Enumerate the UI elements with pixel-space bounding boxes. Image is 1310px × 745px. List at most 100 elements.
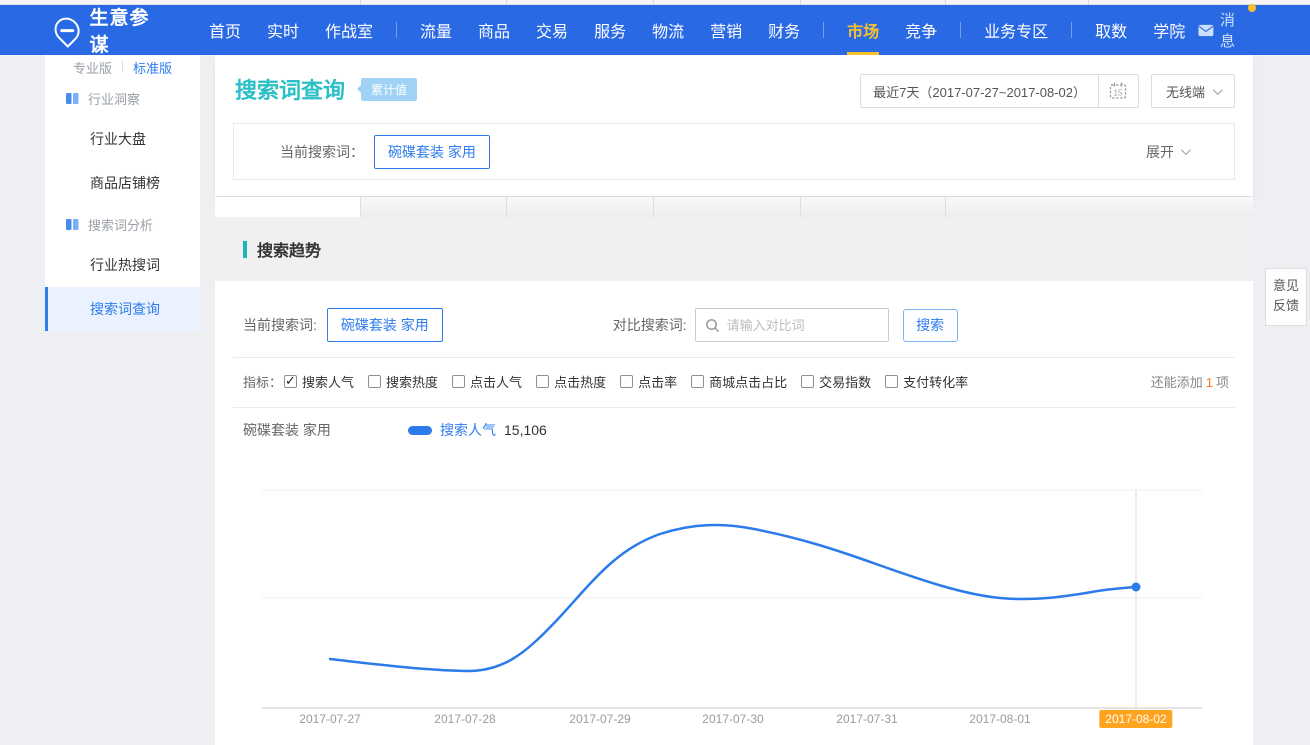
nav-item-data-fetch[interactable]: 取数 bbox=[1082, 5, 1140, 55]
section-title: 搜索趋势 bbox=[257, 237, 321, 261]
page: 生意参谋 首页 实时 作战室 流量 商品 交易 服务 物流 营销 财务 市场 竞… bbox=[0, 0, 1310, 745]
sidebar-item-product-shop-ranking[interactable]: 商品店铺榜 bbox=[45, 161, 200, 205]
nav-item-realtime[interactable]: 实时 bbox=[254, 5, 312, 55]
checkbox-icon bbox=[452, 375, 465, 388]
x-tick-label-highlighted: 2017-08-02 bbox=[1099, 710, 1172, 728]
compass-logo-icon bbox=[49, 12, 85, 48]
tab-segment[interactable] bbox=[945, 197, 1253, 217]
checkbox-icon bbox=[801, 375, 814, 388]
sidebar: 专业版 标准版 行业洞察 行业大盘 商品店铺榜 搜索词分析 行业热搜词 搜索词查… bbox=[45, 55, 200, 331]
compare-keyword-input[interactable] bbox=[727, 318, 877, 333]
metrics-row: 指标： 搜索人气 搜索热度 点击人气 点击热度 点击率 商城点击占比 bbox=[215, 367, 1253, 395]
nav-item-traffic[interactable]: 流量 bbox=[407, 5, 465, 55]
top-navbar: 生意参谋 首页 实时 作战室 流量 商品 交易 服务 物流 营销 财务 市场 竞… bbox=[0, 5, 1310, 55]
nav-divider bbox=[960, 22, 961, 38]
remaining-count: 1 bbox=[1203, 375, 1216, 390]
sidebar-group-industry-insight: 行业洞察 bbox=[45, 79, 200, 117]
result-tab-strip bbox=[215, 197, 1253, 217]
nav-item-marketing[interactable]: 营销 bbox=[697, 5, 755, 55]
version-standard-link[interactable]: 标准版 bbox=[133, 58, 172, 77]
calendar-icon-button[interactable]: 15 bbox=[1098, 75, 1138, 107]
messages-button[interactable]: 消息 bbox=[1198, 9, 1248, 51]
ledger-icon bbox=[65, 217, 80, 232]
date-range-picker[interactable]: 最近7天（2017-07-27~2017-08-02） 15 bbox=[860, 74, 1139, 108]
checkbox-icon bbox=[620, 375, 633, 388]
legend-row: 碗碟套装 家用 搜索人气 15,106 bbox=[215, 415, 1253, 445]
version-switch: 专业版 标准版 bbox=[45, 55, 200, 79]
x-tick-label: 2017-07-31 bbox=[836, 712, 897, 726]
search-icon bbox=[705, 318, 720, 333]
page-header-card: 搜索词查询 累计值 最近7天（2017-07-27~2017-08-02） 15… bbox=[215, 55, 1253, 196]
expand-toggle[interactable]: 展开 bbox=[1146, 142, 1188, 162]
nav-item-trade[interactable]: 交易 bbox=[523, 5, 581, 55]
terminal-selected-value: 无线端 bbox=[1166, 82, 1205, 101]
sidebar-item-search-word-query[interactable]: 搜索词查询 bbox=[45, 287, 200, 331]
tab-segment-active[interactable] bbox=[215, 197, 360, 217]
divider bbox=[122, 61, 123, 73]
tab-segment[interactable] bbox=[653, 197, 800, 217]
date-range-text: 最近7天（2017-07-27~2017-08-02） bbox=[861, 75, 1098, 107]
page-title: 搜索词查询 bbox=[235, 73, 345, 105]
x-axis-labels: 2017-07-27 2017-07-28 2017-07-29 2017-07… bbox=[262, 712, 1202, 734]
nav-item-service[interactable]: 服务 bbox=[581, 5, 639, 55]
legend-color-pill bbox=[408, 426, 432, 435]
current-keyword-chip[interactable]: 碗碟套装 家用 bbox=[374, 135, 490, 169]
checkbox-click-heat[interactable]: 点击热度 bbox=[536, 372, 606, 391]
tab-segment[interactable] bbox=[360, 197, 506, 217]
current-keyword-label: 当前搜索词： bbox=[280, 142, 364, 162]
nav-item-academy[interactable]: 学院 bbox=[1140, 5, 1198, 55]
nav-item-finance[interactable]: 财务 bbox=[755, 5, 813, 55]
cumulative-value-tag: 累计值 bbox=[361, 78, 417, 101]
x-tick-label: 2017-07-29 bbox=[569, 712, 630, 726]
checkbox-icon bbox=[536, 375, 549, 388]
checkbox-click-popularity[interactable]: 点击人气 bbox=[452, 372, 522, 391]
checkbox-transaction-index[interactable]: 交易指数 bbox=[801, 372, 871, 391]
tab-segment[interactable] bbox=[800, 197, 945, 217]
nav-divider bbox=[823, 22, 824, 38]
x-tick-label: 2017-07-30 bbox=[702, 712, 763, 726]
chart-canvas bbox=[262, 480, 1202, 712]
brand[interactable]: 生意参谋 bbox=[55, 3, 164, 57]
version-pro-link[interactable]: 专业版 bbox=[73, 58, 112, 77]
nav-divider bbox=[1071, 22, 1072, 38]
checkbox-payment-conversion[interactable]: 支付转化率 bbox=[885, 372, 968, 391]
nav-item-market-active[interactable]: 市场 bbox=[834, 5, 892, 55]
section-body: 当前搜索词: 碗碟套装 家用 对比搜索词: 搜索 指标： 搜索人气 bbox=[215, 281, 1253, 745]
search-trend-section: 搜索趋势 当前搜索词: 碗碟套装 家用 对比搜索词: 搜索 指标： bbox=[215, 217, 1253, 745]
envelope-icon bbox=[1198, 24, 1214, 37]
nav-item-war-room[interactable]: 作战室 bbox=[312, 5, 386, 55]
checkbox-click-rate[interactable]: 点击率 bbox=[620, 372, 677, 391]
nav-item-products[interactable]: 商品 bbox=[465, 5, 523, 55]
tab-segment[interactable] bbox=[506, 197, 653, 217]
feedback-label-line1: 意见 bbox=[1266, 276, 1306, 296]
current-keyword-bar: 当前搜索词： 碗碟套装 家用 展开 bbox=[233, 123, 1235, 180]
legend-series-toggle[interactable]: 搜索人气 15,106 bbox=[408, 420, 547, 440]
current-keyword-chip[interactable]: 碗碟套装 家用 bbox=[327, 308, 443, 342]
legend-keyword: 碗碟套装 家用 bbox=[243, 420, 331, 440]
compare-keyword-field[interactable] bbox=[695, 308, 889, 342]
terminal-dropdown[interactable]: 无线端 bbox=[1151, 74, 1235, 108]
compare-keyword-label: 对比搜索词: bbox=[613, 315, 687, 335]
chevron-down-icon bbox=[1213, 85, 1223, 95]
checkbox-search-heat[interactable]: 搜索热度 bbox=[368, 372, 438, 391]
checkbox-icon bbox=[885, 375, 898, 388]
checkbox-mall-click-share[interactable]: 商城点击占比 bbox=[691, 372, 787, 391]
notification-badge bbox=[1248, 4, 1256, 12]
nav-links: 首页 实时 作战室 流量 商品 交易 服务 物流 营销 财务 市场 竞争 业务专… bbox=[196, 5, 1198, 55]
nav-item-logistics[interactable]: 物流 bbox=[639, 5, 697, 55]
nav-item-competition[interactable]: 竞争 bbox=[892, 5, 950, 55]
nav-item-business-zone[interactable]: 业务专区 bbox=[971, 5, 1061, 55]
svg-text:15: 15 bbox=[1114, 89, 1123, 98]
checkbox-search-popularity[interactable]: 搜索人气 bbox=[284, 372, 354, 391]
x-tick-label: 2017-07-28 bbox=[434, 712, 495, 726]
sidebar-item-hot-search-words[interactable]: 行业热搜词 bbox=[45, 243, 200, 287]
search-button[interactable]: 搜索 bbox=[903, 309, 958, 342]
feedback-button[interactable]: 意见 反馈 bbox=[1265, 268, 1307, 326]
trend-line-chart: 2017-07-27 2017-07-28 2017-07-29 2017-07… bbox=[262, 480, 1202, 738]
sidebar-item-industry-overview[interactable]: 行业大盘 bbox=[45, 117, 200, 161]
sidebar-group-search-analysis: 搜索词分析 bbox=[45, 205, 200, 243]
chevron-down-icon bbox=[1181, 145, 1191, 155]
brand-name: 生意参谋 bbox=[89, 3, 163, 57]
x-tick-label: 2017-08-01 bbox=[969, 712, 1030, 726]
nav-item-home[interactable]: 首页 bbox=[196, 5, 254, 55]
